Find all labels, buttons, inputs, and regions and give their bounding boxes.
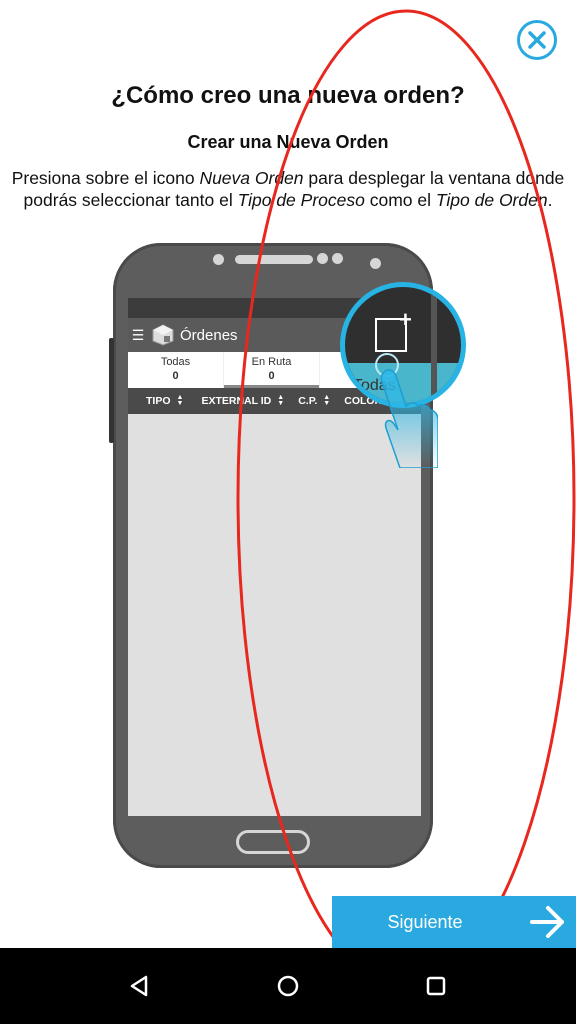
tab-todas: Todas 0 xyxy=(128,352,224,388)
phone-home-button xyxy=(236,830,310,854)
column-header: C.P. ▲ ▼ xyxy=(298,394,331,407)
page-title: ¿Cómo creo una nueva orden? xyxy=(111,82,465,109)
phone-speaker xyxy=(235,255,313,264)
hamburger-menu-icon: ☰ xyxy=(131,326,145,343)
next-button[interactable]: Siguiente xyxy=(332,896,576,948)
system-nav-bar xyxy=(0,948,576,1024)
column-header: TIPO ▲ ▼ xyxy=(146,394,184,407)
home-circle-icon[interactable] xyxy=(274,972,302,1000)
next-button-label: Siguiente xyxy=(387,911,463,932)
plus-icon: + xyxy=(399,307,412,332)
tab-count: 0 xyxy=(172,370,179,382)
sort-icon: ▲ ▼ xyxy=(176,394,184,407)
close-icon xyxy=(528,31,546,49)
tab-label: Todas xyxy=(160,356,191,368)
tab-label: En Ruta xyxy=(251,356,292,368)
phone-sensor xyxy=(332,253,343,264)
instructions-text: Presiona sobre el icono Nueva Orden para… xyxy=(11,168,565,210)
pointing-hand-icon xyxy=(380,369,438,468)
app-logo-icon xyxy=(152,324,174,346)
close-button[interactable] xyxy=(517,20,557,60)
app-title: Órdenes xyxy=(180,326,238,344)
phone-light-sensor xyxy=(370,258,381,269)
section-subtitle: Crear una Nueva Orden xyxy=(187,132,389,152)
sort-icon: ▲ ▼ xyxy=(323,394,331,407)
back-triangle-icon[interactable] xyxy=(126,972,154,1000)
arrow-right-icon xyxy=(530,906,564,938)
column-header: EXTERNAL ID ▲ ▼ xyxy=(201,394,285,407)
phone-side-button xyxy=(109,338,114,443)
tab-count: 0 xyxy=(268,370,275,382)
phone-camera xyxy=(317,253,328,264)
recents-square-icon[interactable] xyxy=(422,972,450,1000)
phone-sensor xyxy=(213,254,224,265)
sort-icon: ▲ ▼ xyxy=(277,394,285,407)
tab-en-ruta: En Ruta 0 xyxy=(224,352,320,388)
